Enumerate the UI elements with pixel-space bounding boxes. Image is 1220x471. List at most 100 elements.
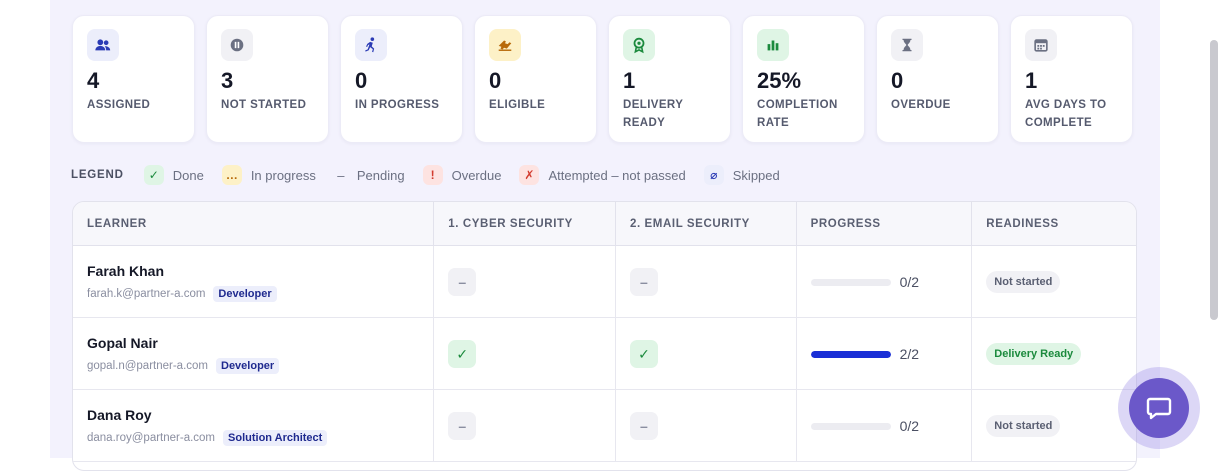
chat-bubble-icon <box>1146 397 1172 420</box>
stat-label: ASSIGNED <box>87 99 151 111</box>
learner-name[interactable]: Gopal Nair <box>87 335 158 351</box>
badge-icon <box>623 29 655 61</box>
stat-label: IN PROGRESS <box>355 99 440 111</box>
stat-label: OVERDUE <box>891 99 951 111</box>
bar-chart-icon <box>757 29 789 61</box>
progress-cell: 2/2 <box>797 318 973 390</box>
legend-item-in-progress: … In progress <box>221 165 316 185</box>
stat-value: 1 <box>623 68 636 93</box>
legend-label: In progress <box>250 167 316 183</box>
progress-bar <box>810 278 891 286</box>
role-badge: Developer <box>213 285 277 302</box>
status-legend: LEGEND ✓ Done … In progress – Pending ! … <box>71 164 798 186</box>
legend-label: Done <box>172 167 204 183</box>
status-pending-chip[interactable]: – <box>629 268 658 296</box>
readiness-cell: Delivery Ready <box>972 318 1136 390</box>
ellipsis-icon: … <box>221 165 242 185</box>
legend-item-done: ✓ Done <box>143 165 204 185</box>
column-header-email-security[interactable]: 2. EMAIL SECURITY <box>616 202 797 246</box>
column-header-readiness[interactable]: READINESS <box>972 202 1136 246</box>
status-done-chip[interactable]: ✓ <box>629 340 658 368</box>
progress-cell: 0/2 <box>797 246 973 318</box>
table-header: LEARNER 1. CYBER SECURITY 2. EMAIL SECUR… <box>73 202 1136 246</box>
check-icon: ✓ <box>143 165 164 185</box>
exclamation-icon: ! <box>422 165 443 185</box>
cross-icon: ✗ <box>519 165 540 185</box>
learner-name[interactable]: Dana Roy <box>87 407 152 423</box>
learner-email: farah.k@partner-a.com <box>87 287 206 300</box>
stat-label: ELIGIBLE <box>489 99 546 111</box>
legend-item-overdue: ! Overdue <box>422 165 502 185</box>
stat-card-in-progress: 0 IN PROGRESS <box>340 15 463 143</box>
stat-value: 25% <box>757 68 802 93</box>
progress-text: 2/2 <box>899 346 920 362</box>
progress-bar <box>810 350 891 358</box>
readiness-badge: Not started <box>986 271 1061 293</box>
role-badge: Developer <box>216 357 280 374</box>
pause-icon <box>221 29 253 61</box>
column-header-cyber-security[interactable]: 1. CYBER SECURITY <box>434 202 616 246</box>
cyber-security-cell: – <box>434 246 616 318</box>
learner-name[interactable]: Farah Khan <box>87 263 164 279</box>
learner-cell: Dana Roy dana.roy@partner-a.com Solution… <box>73 390 435 462</box>
calendar-icon <box>1025 29 1057 61</box>
running-icon <box>355 29 387 61</box>
progress-bar <box>810 422 891 430</box>
progress-cell: 0/2 <box>797 390 973 462</box>
legend-title: LEGEND <box>71 169 124 181</box>
stat-value: 4 <box>87 68 100 93</box>
stat-card-assigned: 4 ASSIGNED <box>72 15 195 143</box>
stat-card-delivery-ready: 1 DELIVERY READY <box>608 15 731 143</box>
table-row[interactable]: Farah Khan farah.k@partner-a.com Develop… <box>73 246 1136 318</box>
column-header-progress[interactable]: PROGRESS <box>797 202 973 246</box>
legend-label: Attempted – not passed <box>548 167 686 183</box>
stat-label: AVG DAYS TO COMPLETE <box>1025 99 1107 129</box>
legend-item-skipped: ⌀ Skipped <box>703 165 780 185</box>
table-row[interactable]: Dana Roy dana.roy@partner-a.com Solution… <box>73 390 1136 462</box>
learner-cell: Farah Khan farah.k@partner-a.com Develop… <box>73 246 435 318</box>
legend-label: Skipped <box>732 167 780 183</box>
status-done-chip[interactable]: ✓ <box>448 340 477 368</box>
cyber-security-cell: – <box>434 390 616 462</box>
stat-card-overdue: 0 OVERDUE <box>876 15 999 143</box>
stat-value: 1 <box>1025 68 1038 93</box>
chat-button[interactable] <box>1129 378 1189 438</box>
stat-label: COMPLETION RATE <box>757 99 838 129</box>
learner-progress-table: LEARNER 1. CYBER SECURITY 2. EMAIL SECUR… <box>72 201 1137 471</box>
status-pending-chip[interactable]: – <box>629 412 658 440</box>
stat-card-eligible: 0 ELIGIBLE <box>474 15 597 143</box>
status-pending-chip[interactable]: – <box>448 412 477 440</box>
learner-cell: Gopal Nair gopal.n@partner-a.com Develop… <box>73 318 435 390</box>
legend-label: Overdue <box>451 167 502 183</box>
role-badge: Solution Architect <box>223 429 328 446</box>
stat-card-completion-rate: 25% COMPLETION RATE <box>742 15 865 143</box>
readiness-badge: Delivery Ready <box>986 343 1082 365</box>
stats-row: 4 ASSIGNED 3 NOT STARTED 0 IN PROGRESS 0… <box>72 15 1133 143</box>
legend-label: Pending <box>356 167 405 183</box>
stat-value: 0 <box>489 68 502 93</box>
table-row[interactable]: Gopal Nair gopal.n@partner-a.com Develop… <box>73 318 1136 390</box>
email-security-cell: ✓ <box>616 318 797 390</box>
progress-bar-fill <box>810 350 891 358</box>
legend-item-attempted: ✗ Attempted – not passed <box>519 165 686 185</box>
ticket-icon <box>489 29 521 61</box>
readiness-badge: Not started <box>986 415 1061 437</box>
cyber-security-cell: ✓ <box>434 318 616 390</box>
page-scrollbar[interactable] <box>1210 40 1218 320</box>
hourglass-icon <box>891 29 923 61</box>
stat-card-avg-days: 1 AVG DAYS TO COMPLETE <box>1010 15 1133 143</box>
legend-item-pending: – Pending <box>334 167 405 183</box>
progress-text: 0/2 <box>899 274 920 290</box>
stat-label: DELIVERY READY <box>623 99 684 129</box>
stat-label: NOT STARTED <box>221 99 307 111</box>
email-security-cell: – <box>616 390 797 462</box>
stat-value: 0 <box>891 68 904 93</box>
stat-card-not-started: 3 NOT STARTED <box>206 15 329 143</box>
status-pending-chip[interactable]: – <box>448 268 477 296</box>
column-header-learner[interactable]: LEARNER <box>73 202 435 246</box>
readiness-cell: Not started <box>972 246 1136 318</box>
readiness-cell: Not started <box>972 390 1136 462</box>
email-security-cell: – <box>616 246 797 318</box>
stat-value: 0 <box>355 68 368 93</box>
progress-text: 0/2 <box>899 418 920 434</box>
